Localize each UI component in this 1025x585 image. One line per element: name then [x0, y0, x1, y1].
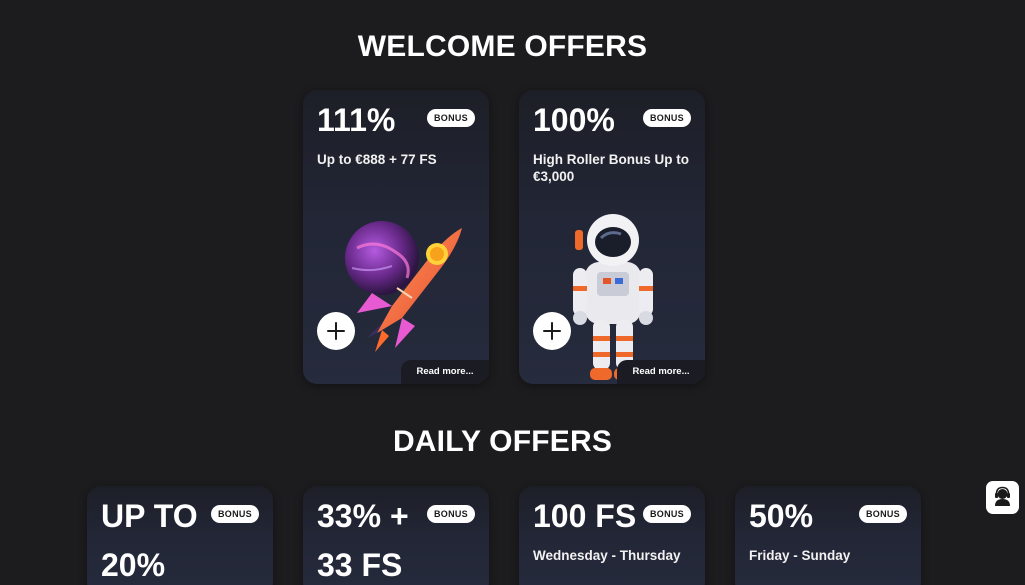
bonus-badge: BONUS	[642, 109, 691, 127]
bonus-badge: BONUS	[642, 505, 691, 523]
offer-description: Wednesday - Thursday	[533, 548, 681, 563]
offer-description: Friday - Sunday	[749, 548, 851, 563]
support-agent-icon	[995, 486, 1010, 506]
read-more-link[interactable]: Read more...	[401, 360, 489, 384]
welcome-offers-title: WELCOME OFFERS	[357, 30, 648, 63]
bonus-badge: BONUS	[210, 505, 259, 523]
bonus-badge: BONUS	[426, 505, 475, 523]
read-more-link[interactable]: Read more...	[617, 360, 705, 384]
support-chat-button[interactable]	[986, 481, 1019, 514]
offer-percent: 50%	[749, 498, 814, 534]
add-offer-button[interactable]	[533, 312, 571, 350]
astronaut-illustration	[573, 214, 653, 380]
offer-percent: 100%	[533, 102, 615, 138]
daily-offer-card-1[interactable]: UP TO 20% BONUS	[87, 486, 273, 585]
welcome-offer-card-1[interactable]: 111% BONUS Up to €888 + 77 FS Read more.…	[303, 90, 489, 384]
add-offer-button[interactable]	[317, 312, 355, 350]
offer-description: Up to €888 + 77 FS	[317, 152, 437, 167]
offer-percent: UP TO 20%	[101, 498, 198, 583]
offer-percent: 33% + 33 FS	[317, 498, 409, 583]
rocket-illustration	[345, 221, 462, 352]
bonus-badge: BONUS	[858, 505, 907, 523]
plus-icon	[327, 322, 345, 340]
bonus-badge: BONUS	[426, 109, 475, 127]
daily-offers-title: DAILY OFFERS	[392, 425, 613, 458]
offer-description: High Roller Bonus Up to €3,000	[533, 152, 689, 184]
offer-percent: 111%	[317, 102, 396, 138]
welcome-offer-card-2[interactable]: 100% BONUS High Roller Bonus Up to €3,00…	[519, 90, 705, 384]
daily-offer-card-3[interactable]: 100 FS BONUS Wednesday - Thursday	[519, 486, 705, 585]
daily-offer-card-2[interactable]: 33% + 33 FS BONUS	[303, 486, 489, 585]
page: WELCOME OFFERS 111% BONUS Up to €888 + 7…	[0, 0, 1025, 585]
plus-icon	[543, 322, 561, 340]
offer-percent: 100 FS	[533, 498, 637, 534]
daily-offer-card-4[interactable]: 50% BONUS Friday - Sunday	[735, 486, 921, 585]
